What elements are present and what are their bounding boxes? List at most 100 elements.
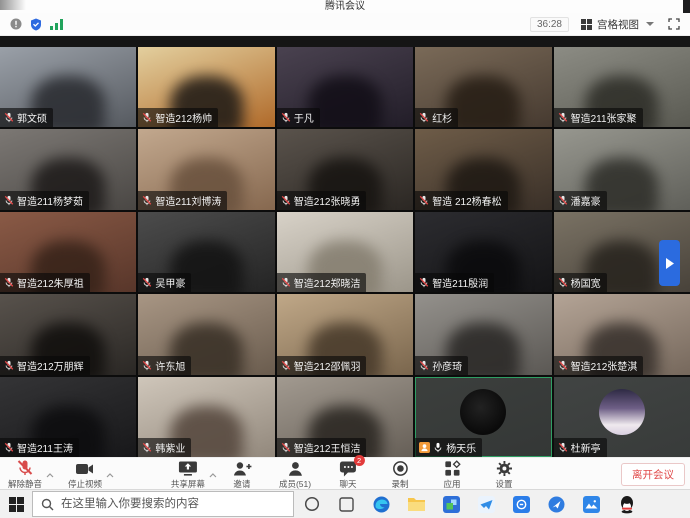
participant-name: 杜新亭 (571, 440, 601, 455)
participant-tile[interactable]: 智造212万朋辉 (0, 294, 136, 374)
participant-tile[interactable]: 智造212朱厚祖 (0, 212, 136, 292)
mic-muted-icon (281, 277, 291, 288)
next-page-button[interactable] (659, 240, 680, 286)
settings-button[interactable]: 设置 (489, 459, 519, 490)
participant-name: 智造211王涛 (17, 440, 73, 455)
toolbar-center-group: 共享屏幕邀请 成员(51) 2聊天录制应用设置 (171, 459, 519, 490)
participant-tile[interactable]: 于凡 (277, 47, 413, 127)
start-button[interactable] (0, 490, 32, 518)
participant-tile[interactable]: 智造212邵佩羽 (277, 294, 413, 374)
meeting-info-icon[interactable] (10, 18, 22, 30)
chevron-up-icon[interactable] (209, 465, 217, 483)
participant-tile[interactable]: 智造212郑晓洁 (277, 212, 413, 292)
file-explorer-icon (408, 497, 425, 511)
apps-button[interactable]: 应用 (437, 459, 467, 490)
share-screen-button[interactable]: 共享屏幕 (171, 459, 205, 490)
mic-muted-icon (281, 195, 291, 206)
mic-muted-icon (142, 195, 152, 206)
stop-video-button[interactable]: 停止视频 (68, 459, 102, 490)
view-mode-selector[interactable]: 宫格视图 (581, 17, 654, 32)
participant-tile[interactable]: 智造212张晓勇 (277, 129, 413, 209)
cortana-taskbar-button[interactable] (294, 490, 329, 518)
cloud-app-icon (583, 496, 600, 513)
members-button[interactable]: 成员(51) (279, 459, 311, 490)
video-grid: 郭文硕智造212杨帅于凡红杉智造211张家聚智造211杨梦茹智造211刘博涛智造… (0, 47, 690, 457)
mic-muted-icon (558, 442, 568, 453)
mail-app-taskbar-button[interactable] (469, 490, 504, 518)
meeting-app-taskbar-button[interactable] (504, 490, 539, 518)
invite-label: 邀请 (233, 478, 250, 490)
browser-app-taskbar-button[interactable] (539, 490, 574, 518)
chat-button[interactable]: 2聊天 (333, 459, 363, 490)
avatar (460, 389, 506, 435)
participant-tile[interactable]: 潘嘉豪 (554, 129, 690, 209)
participant-name-tag: 杨天乐 (415, 438, 482, 457)
stop-video-label: 停止视频 (68, 478, 102, 490)
mic-muted-icon (419, 277, 429, 288)
participant-name-tag: 智造211张家聚 (554, 108, 643, 127)
participant-tile[interactable]: 智造211王涛 (0, 377, 136, 457)
mic-muted-icon (281, 112, 291, 123)
leave-meeting-button[interactable]: 离开会议 (621, 463, 685, 486)
participant-name-tag: 智造212杨帅 (138, 108, 218, 127)
unmute-label: 解除静音 (8, 478, 42, 490)
members-icon (287, 460, 304, 477)
mic-muted-icon (4, 195, 14, 206)
mic-muted-icon (142, 442, 152, 453)
chevron-up-icon[interactable] (46, 465, 54, 483)
cloud-app-taskbar-button[interactable] (574, 490, 609, 518)
file-explorer-taskbar-button[interactable] (399, 490, 434, 518)
participant-tile[interactable]: 韩紫业 (138, 377, 274, 457)
participant-tile[interactable]: 智造211张家聚 (554, 47, 690, 127)
app-tile-icon (443, 496, 460, 513)
apps-icon (444, 460, 461, 477)
browser-app-icon (548, 496, 565, 513)
participant-name-tag: 许东旭 (138, 356, 191, 375)
view-mode-label: 宫格视图 (597, 17, 639, 32)
participant-tile[interactable]: 智造 212杨春松 (415, 129, 551, 209)
participant-tile[interactable]: 智造212王恒洁 (277, 377, 413, 457)
participant-name-tag: 智造212郑晓洁 (277, 273, 367, 292)
participant-name-tag: 智造212张楚淇 (554, 356, 644, 375)
record-button[interactable]: 录制 (385, 459, 415, 490)
meeting-timer: 36:28 (530, 17, 569, 32)
participant-tile[interactable]: 智造211殷润 (415, 212, 551, 292)
mic-muted-icon (419, 360, 429, 371)
edge-taskbar-button[interactable] (364, 490, 399, 518)
participant-tile[interactable]: 智造212杨帅 (138, 47, 274, 127)
participant-tile[interactable]: 许东旭 (138, 294, 274, 374)
participant-name: 潘嘉豪 (571, 193, 601, 208)
participant-tile[interactable]: 杨天乐 (415, 377, 551, 457)
participant-name: 智造212朱厚祖 (17, 275, 84, 290)
participant-tile[interactable]: 孙彦琦 (415, 294, 551, 374)
mic-muted-icon (281, 442, 291, 453)
taskbar-search[interactable] (32, 491, 294, 517)
participant-name: 智造212万朋辉 (17, 358, 84, 373)
avatar (599, 389, 645, 435)
participant-tile[interactable]: 郭文硕 (0, 47, 136, 127)
camera-icon (75, 461, 95, 477)
fullscreen-icon[interactable] (668, 18, 680, 30)
members-label: 成员(51) (279, 478, 311, 490)
participant-tile[interactable]: 杜新亭 (554, 377, 690, 457)
task-view-taskbar-button[interactable] (329, 490, 364, 518)
unmute-button[interactable]: 解除静音 (8, 459, 42, 490)
participant-tile[interactable]: 红杉 (415, 47, 551, 127)
participant-tile[interactable]: 智造212张楚淇 (554, 294, 690, 374)
participant-tile[interactable]: 智造211刘博涛 (138, 129, 274, 209)
invite-icon (232, 460, 252, 477)
invite-button[interactable]: 邀请 (227, 459, 257, 490)
participant-name-tag: 韩紫业 (138, 438, 191, 457)
search-input[interactable] (33, 492, 293, 516)
participant-name-tag: 智造212邵佩羽 (277, 356, 367, 375)
participant-tile[interactable]: 智造211杨梦茹 (0, 129, 136, 209)
participant-tile[interactable]: 吴甲豪 (138, 212, 274, 292)
network-signal-icon[interactable] (50, 19, 63, 30)
tencent-meeting-window: 腾讯会议 36:28 宫格视图 (0, 0, 690, 518)
shield-icon[interactable] (30, 18, 42, 31)
app-store-taskbar-button[interactable] (434, 490, 469, 518)
chevron-up-icon[interactable] (106, 465, 114, 483)
mic-muted-icon (142, 112, 152, 123)
mic-muted-icon (558, 277, 568, 288)
qq-taskbar-button[interactable] (609, 490, 644, 518)
